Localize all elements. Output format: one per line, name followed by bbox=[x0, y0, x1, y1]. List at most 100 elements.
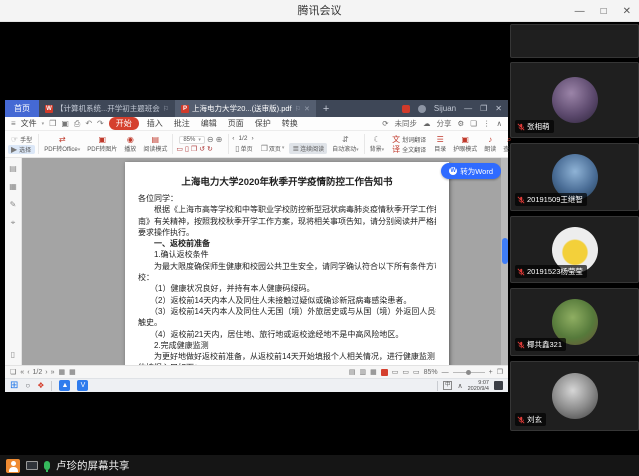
tab-doc-1[interactable]: W 【计算机系统...开学初主题班会 ⚐ bbox=[39, 100, 175, 117]
zoom-minus-icon[interactable]: — bbox=[442, 369, 449, 376]
wps-app-icon[interactable]: ❖ bbox=[37, 381, 44, 390]
menu-insert[interactable]: 插入 bbox=[144, 118, 166, 129]
menu-file[interactable]: 文件 bbox=[21, 118, 37, 129]
menu-start[interactable]: 开始 bbox=[109, 117, 139, 130]
new-tab-button[interactable]: + bbox=[316, 100, 336, 117]
tab-close-icon[interactable]: ✕ bbox=[304, 105, 310, 113]
tab-doc-2[interactable]: P 上海电力大学20...(送审版).pdf ⚐ ✕ bbox=[175, 100, 316, 117]
fit-width-icon[interactable]: ▯ bbox=[185, 145, 189, 153]
member-red-icon[interactable] bbox=[381, 369, 388, 376]
ime-indicator[interactable]: 中 bbox=[443, 381, 453, 390]
active-mic-icon[interactable] bbox=[44, 461, 50, 470]
close-icon[interactable]: ✕ bbox=[623, 6, 631, 17]
layout-single-icon[interactable]: ▤ bbox=[349, 368, 356, 376]
zoom-in-icon[interactable]: ⊕ bbox=[216, 135, 223, 144]
participant-tile[interactable]: 刘玄 bbox=[510, 361, 639, 431]
status-page-indicator[interactable]: 1/2 bbox=[33, 369, 43, 376]
participant-tile[interactable]: 20191523杨莹莹 bbox=[510, 216, 639, 283]
fullscreen-icon[interactable]: ❐ bbox=[497, 368, 503, 376]
settings-gear-icon[interactable]: ⚙ bbox=[458, 119, 465, 128]
maximize-icon[interactable]: □ bbox=[601, 6, 607, 17]
prev-page-icon[interactable]: ‹ bbox=[27, 369, 29, 376]
pin-icon[interactable]: ⚐ bbox=[295, 105, 301, 113]
comment-bubble-icon[interactable]: ❏ bbox=[470, 119, 477, 128]
sync-status[interactable]: 未同步 bbox=[395, 118, 418, 129]
notification-center-icon[interactable] bbox=[494, 381, 503, 390]
double-page-button[interactable]: ❐双页▾ bbox=[258, 143, 288, 154]
zoom-plus-icon[interactable]: + bbox=[489, 369, 493, 376]
menu-page[interactable]: 页面 bbox=[225, 118, 247, 129]
account-name[interactable]: Sijuan bbox=[434, 104, 456, 113]
undo-icon[interactable]: ↶ bbox=[85, 119, 92, 128]
presenter-icon[interactable] bbox=[6, 459, 20, 473]
layout-book-icon[interactable]: ▦ bbox=[370, 368, 377, 376]
avatar-icon[interactable] bbox=[418, 105, 426, 113]
participant-tile[interactable]: 椰共鑫321 bbox=[510, 288, 639, 356]
hamburger-icon[interactable]: ≡ bbox=[11, 119, 16, 128]
select-tool-button[interactable]: ▶ 选择 bbox=[8, 145, 35, 154]
meeting-app-icon[interactable]: V bbox=[77, 380, 88, 391]
add-note-icon[interactable]: ▦ bbox=[69, 368, 76, 376]
menu-convert[interactable]: 转换 bbox=[279, 118, 301, 129]
next-page-icon[interactable]: › bbox=[251, 135, 253, 142]
windows-start-icon[interactable]: ⊞ bbox=[10, 381, 18, 391]
wps-restore-icon[interactable]: ❐ bbox=[480, 104, 487, 113]
page-icon[interactable]: ❏ bbox=[10, 368, 16, 376]
prev-page-icon[interactable]: ‹ bbox=[232, 135, 234, 142]
pdf-to-image-button[interactable]: ▣ PDF转图片 bbox=[85, 135, 119, 153]
doc-scrollbar-thumb[interactable] bbox=[502, 238, 508, 264]
read-mode-button[interactable]: ▤ 阅读模式 bbox=[141, 135, 169, 153]
wps-minimize-icon[interactable]: — bbox=[464, 104, 472, 113]
fit-page-icon[interactable]: ▭ bbox=[176, 145, 183, 153]
save-icon[interactable]: ▣ bbox=[61, 119, 69, 128]
minimize-icon[interactable]: — bbox=[575, 6, 585, 17]
word-translate-button[interactable]: 文 划词翻译 bbox=[389, 135, 429, 144]
participant-tile[interactable]: 张相萌 bbox=[510, 62, 639, 138]
promo-icon[interactable] bbox=[402, 105, 410, 113]
last-page-icon[interactable]: » bbox=[51, 369, 55, 376]
zoom-out-icon[interactable]: ⊖ bbox=[207, 135, 214, 144]
continuous-read-button[interactable]: ≣连续阅读 bbox=[289, 143, 327, 154]
taskbar-clock[interactable]: 9:07 2020/9/4 bbox=[468, 380, 489, 392]
layout-double-icon[interactable]: ▥ bbox=[359, 368, 366, 376]
rotate-left-icon[interactable]: ↺ bbox=[199, 145, 205, 153]
pdf-to-office-button[interactable]: ⇄ PDF转Office▾ bbox=[42, 135, 82, 153]
next-page-icon[interactable]: › bbox=[45, 369, 47, 376]
ribbon-page-indicator[interactable]: 1/2 bbox=[238, 135, 247, 142]
attachment-panel-icon[interactable]: ⌖ bbox=[11, 218, 16, 228]
annotation-panel-icon[interactable]: ✎ bbox=[10, 200, 17, 209]
zoom-slider-handle[interactable] bbox=[466, 370, 471, 375]
eye-mode-button[interactable]: ▣ 护眼模式 bbox=[451, 135, 479, 153]
rotate-right-icon[interactable]: ↻ bbox=[207, 145, 213, 153]
doc-scrollbar[interactable] bbox=[501, 158, 508, 365]
participant-tile[interactable]: 20191509王继智 bbox=[510, 143, 639, 211]
add-bookmark-icon[interactable]: ▦ bbox=[59, 368, 66, 376]
bookmark-panel-icon[interactable]: ▤ bbox=[9, 164, 17, 173]
full-translate-button[interactable]: 译 全文翻译 bbox=[389, 145, 429, 154]
taskbar-search-icon[interactable]: ○ bbox=[25, 381, 30, 390]
view-mode-icon[interactable]: ▭ bbox=[402, 368, 409, 376]
zoom-slider[interactable] bbox=[453, 372, 485, 373]
view-mode-icon[interactable]: ▭ bbox=[392, 368, 399, 376]
single-page-button[interactable]: ▯单页 bbox=[232, 143, 255, 154]
tab-wps-home[interactable]: 首页 bbox=[5, 100, 39, 117]
actual-size-icon[interactable]: ❐ bbox=[191, 145, 197, 153]
print-icon[interactable]: ⎙ bbox=[74, 119, 80, 129]
more-icon[interactable]: ⋮ bbox=[483, 119, 491, 128]
menu-protect[interactable]: 保护 bbox=[252, 118, 274, 129]
auto-scroll-button[interactable]: ⇵ 自动滚动▾ bbox=[330, 135, 361, 153]
toc-button[interactable]: ☰ 目录 bbox=[432, 135, 448, 153]
menu-comment[interactable]: 批注 bbox=[171, 118, 193, 129]
wps-close-icon[interactable]: ✕ bbox=[495, 104, 502, 113]
photos-app-icon[interactable]: ▲ bbox=[59, 380, 70, 391]
menu-edit[interactable]: 编辑 bbox=[198, 118, 220, 129]
read-aloud-button[interactable]: ♪ 朗读 bbox=[482, 135, 498, 153]
pin-icon[interactable]: ⚐ bbox=[163, 105, 169, 113]
collapse-ribbon-icon[interactable]: ∧ bbox=[497, 119, 503, 128]
first-page-icon[interactable]: « bbox=[20, 369, 24, 376]
hand-tool-button[interactable]: ☞ 手型 bbox=[8, 135, 35, 144]
participant-tile-partial[interactable] bbox=[510, 24, 639, 58]
screen-share-icon[interactable] bbox=[26, 461, 38, 470]
open-folder-icon[interactable]: ❒ bbox=[49, 119, 56, 128]
play-button[interactable]: ◉ 播放 bbox=[122, 135, 138, 153]
